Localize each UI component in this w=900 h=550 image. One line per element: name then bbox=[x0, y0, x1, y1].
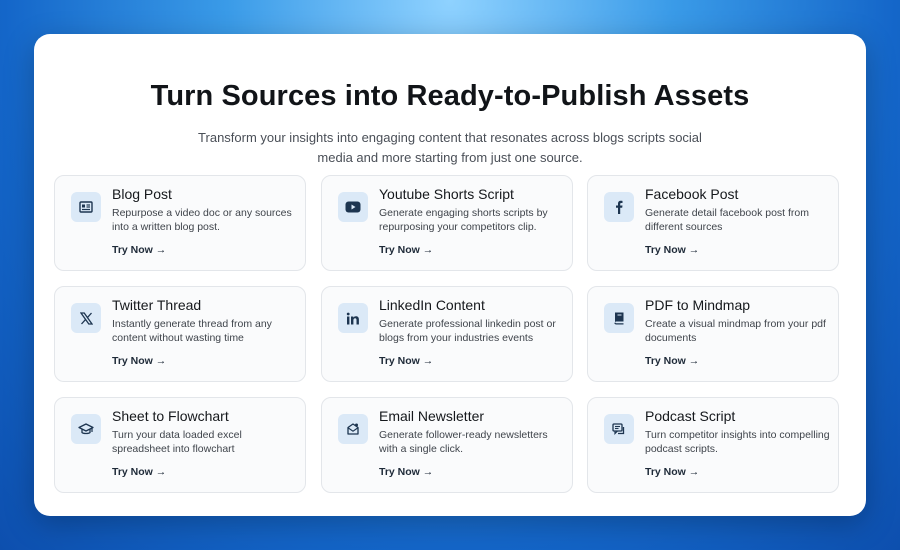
tile-title: Podcast Script bbox=[645, 408, 736, 424]
tile-youtube-shorts-script[interactable]: Youtube Shorts Script Generate engaging … bbox=[321, 175, 573, 271]
youtube-icon bbox=[338, 192, 368, 222]
page-subtitle: Transform your insights into engaging co… bbox=[198, 130, 702, 165]
tile-title: Sheet to Flowchart bbox=[112, 408, 229, 424]
tile-description: Instantly generate thread from any conte… bbox=[112, 318, 272, 344]
try-now-link[interactable]: Try Now → bbox=[112, 466, 166, 478]
linkedin-icon bbox=[338, 303, 368, 333]
try-now-link[interactable]: Try Now → bbox=[645, 355, 699, 367]
tile-description: Generate engaging shorts scripts by repu… bbox=[379, 207, 548, 233]
tile-description: Generate follower-ready newsletters with… bbox=[379, 429, 548, 455]
try-now-link[interactable]: Try Now → bbox=[112, 244, 166, 256]
tile-facebook-post[interactable]: Facebook Post Generate detail facebook p… bbox=[587, 175, 839, 271]
tile-description: Turn your data loaded excel spreadsheet … bbox=[112, 429, 242, 455]
tile-description: Repurpose a video doc or any sources int… bbox=[112, 207, 292, 233]
facebook-icon bbox=[604, 192, 634, 222]
tile-title: Blog Post bbox=[112, 186, 172, 202]
mail-icon bbox=[338, 414, 368, 444]
tile-description: Generate detail facebook post from diffe… bbox=[645, 207, 810, 233]
podcast-icon bbox=[604, 414, 634, 444]
tile-linkedin-content[interactable]: LinkedIn Content Generate professional l… bbox=[321, 286, 573, 382]
try-now-link[interactable]: Try Now → bbox=[112, 355, 166, 367]
graduation-cap-icon bbox=[71, 414, 101, 444]
main-card: Turn Sources into Ready-to-Publish Asset… bbox=[34, 34, 866, 516]
tile-email-newsletter[interactable]: Email Newsletter Generate follower-ready… bbox=[321, 397, 573, 493]
tile-title: PDF to Mindmap bbox=[645, 297, 751, 313]
tile-sheet-to-flowchart[interactable]: Sheet to Flowchart Turn your data loaded… bbox=[54, 397, 306, 493]
tile-description: Turn competitor insights into compelling… bbox=[645, 429, 830, 455]
try-now-link[interactable]: Try Now → bbox=[379, 466, 433, 478]
tile-twitter-thread[interactable]: Twitter Thread Instantly generate thread… bbox=[54, 286, 306, 382]
try-now-link[interactable]: Try Now → bbox=[645, 244, 699, 256]
book-icon bbox=[604, 303, 634, 333]
tile-description: Create a visual mindmap from your pdf do… bbox=[645, 318, 826, 344]
tile-blog-post[interactable]: Blog Post Repurpose a video doc or any s… bbox=[54, 175, 306, 271]
tile-title: Facebook Post bbox=[645, 186, 739, 202]
tile-title: Twitter Thread bbox=[112, 297, 202, 313]
try-now-link[interactable]: Try Now → bbox=[645, 466, 699, 478]
try-now-link[interactable]: Try Now → bbox=[379, 244, 433, 256]
asset-grid: Blog Post Repurpose a video doc or any s… bbox=[54, 175, 842, 496]
tile-title: LinkedIn Content bbox=[379, 297, 485, 313]
x-icon bbox=[71, 303, 101, 333]
page-title: Turn Sources into Ready-to-Publish Asset… bbox=[150, 80, 750, 112]
tile-title: Youtube Shorts Script bbox=[379, 186, 514, 202]
try-now-link[interactable]: Try Now → bbox=[379, 355, 433, 367]
tile-title: Email Newsletter bbox=[379, 408, 485, 424]
tile-pdf-to-mindmap[interactable]: PDF to Mindmap Create a visual mindmap f… bbox=[587, 286, 839, 382]
tile-podcast-script[interactable]: Podcast Script Turn competitor insights … bbox=[587, 397, 839, 493]
blog-icon bbox=[71, 192, 101, 222]
tile-description: Generate professional linkedin post or b… bbox=[379, 318, 556, 344]
